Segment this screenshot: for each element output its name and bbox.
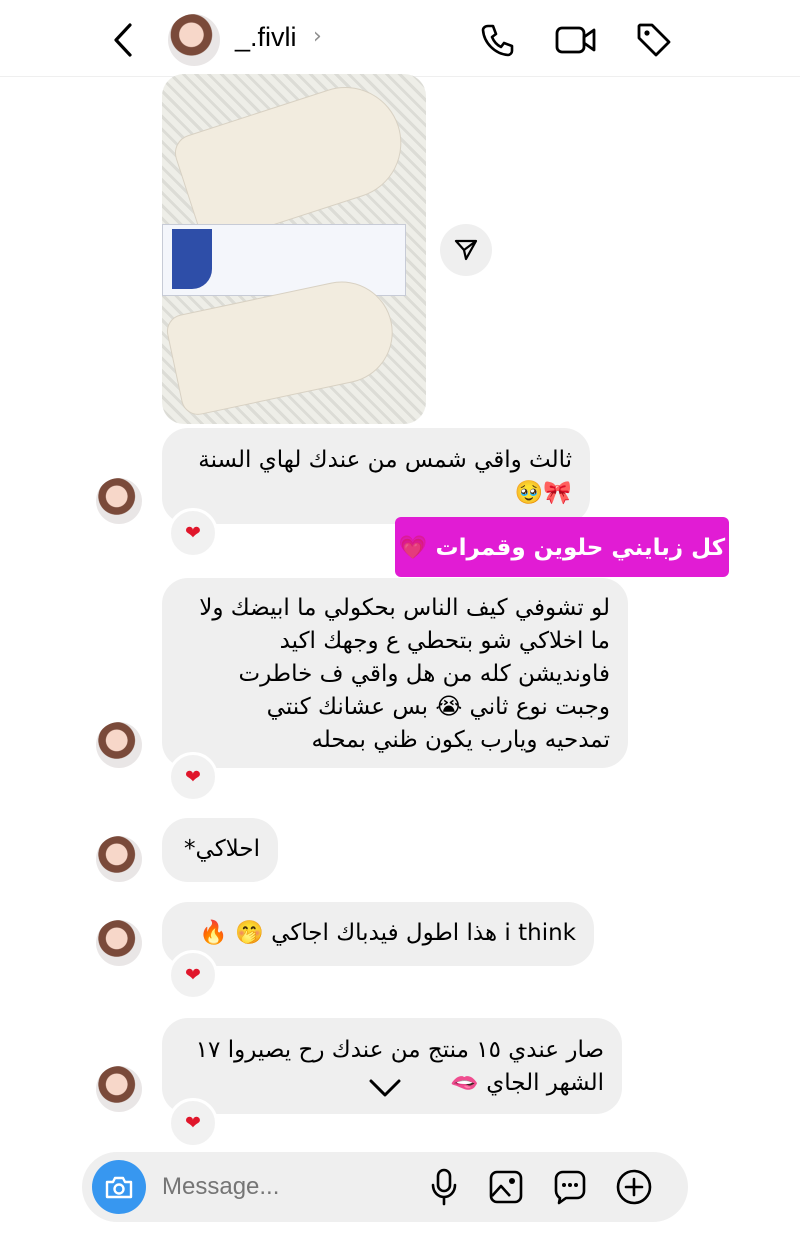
plus-icon <box>616 1169 652 1205</box>
message-line: صار عندي ١٥ منتج من عندك رح يصيروا ١٧ <box>195 1037 604 1063</box>
message-line: تمدحيه ويارب يكون ظني بمحله <box>311 727 610 753</box>
note-banner: كل زبايني حلوين وقمرات 💗 <box>395 517 729 577</box>
message-line: i think هذا اطول فيدباك اجاكي 🤭 🔥 <box>199 920 576 946</box>
message-line: ثالث واقي شمس من عندك لهاي السنة <box>198 447 572 473</box>
sticker-button[interactable] <box>550 1167 590 1207</box>
heart-reaction[interactable]: ❤ <box>168 508 218 558</box>
tag-icon <box>637 23 671 57</box>
message-line: احلاكي* <box>184 836 260 862</box>
chat-username[interactable]: _.fivli <box>235 22 297 53</box>
message-bubble[interactable]: احلاكي* <box>162 818 278 882</box>
microphone-icon <box>431 1168 457 1206</box>
video-camera-icon <box>555 26 596 54</box>
message-bubble[interactable]: ثالث واقي شمس من عندك لهاي السنة 🎀🥹 <box>162 428 590 524</box>
phone-icon <box>481 24 514 57</box>
avatar[interactable] <box>96 722 142 768</box>
avatar[interactable] <box>168 14 220 66</box>
add-button[interactable] <box>614 1167 654 1207</box>
heart-reaction[interactable]: ❤ <box>168 752 218 802</box>
chevron-left-icon <box>114 23 132 57</box>
message-line: فاونديشن كله من هل واقي ف خاطرت <box>238 661 610 687</box>
message-line: ما اخلاكي شو بتحطي ع وجهك اكيد <box>279 628 610 654</box>
camera-icon <box>105 1176 133 1199</box>
chevron-right-icon: › <box>313 24 322 49</box>
message-input[interactable] <box>160 1168 414 1206</box>
send-icon <box>454 239 478 261</box>
avatar[interactable] <box>96 920 142 966</box>
sticker-icon <box>554 1170 586 1205</box>
message-bubble[interactable]: i think هذا اطول فيدباك اجاكي 🤭 🔥 <box>162 902 594 966</box>
message-line: 🎀🥹 <box>514 480 572 506</box>
heart-reaction[interactable]: ❤ <box>168 1098 218 1148</box>
share-button[interactable] <box>440 224 492 276</box>
message-line: لو تشوفي كيف الناس بحكولي ما ابيضك ولا <box>199 595 610 621</box>
shared-photo[interactable] <box>162 74 426 424</box>
scroll-down-button[interactable] <box>365 1068 405 1108</box>
image-icon <box>489 1170 523 1204</box>
call-button[interactable] <box>478 20 518 60</box>
avatar[interactable] <box>96 836 142 882</box>
back-button[interactable] <box>105 20 141 60</box>
avatar[interactable] <box>96 478 142 524</box>
chat-header: _.fivli › <box>0 0 800 77</box>
message-bubble[interactable]: لو تشوفي كيف الناس بحكولي ما ابيضك ولا م… <box>162 578 628 768</box>
heart-reaction[interactable]: ❤ <box>168 950 218 1000</box>
mic-button[interactable] <box>424 1167 464 1207</box>
tag-button[interactable] <box>634 20 674 60</box>
camera-button[interactable] <box>92 1160 146 1214</box>
message-line: وجبت نوع ثاني 😭 بس عشانك كنتي <box>266 694 610 720</box>
video-call-button[interactable] <box>554 20 598 60</box>
gallery-button[interactable] <box>486 1167 526 1207</box>
chevron-down-icon <box>369 1079 401 1097</box>
sunscreen-tube <box>170 74 416 248</box>
avatar[interactable] <box>96 1066 142 1112</box>
message-composer <box>82 1152 688 1222</box>
